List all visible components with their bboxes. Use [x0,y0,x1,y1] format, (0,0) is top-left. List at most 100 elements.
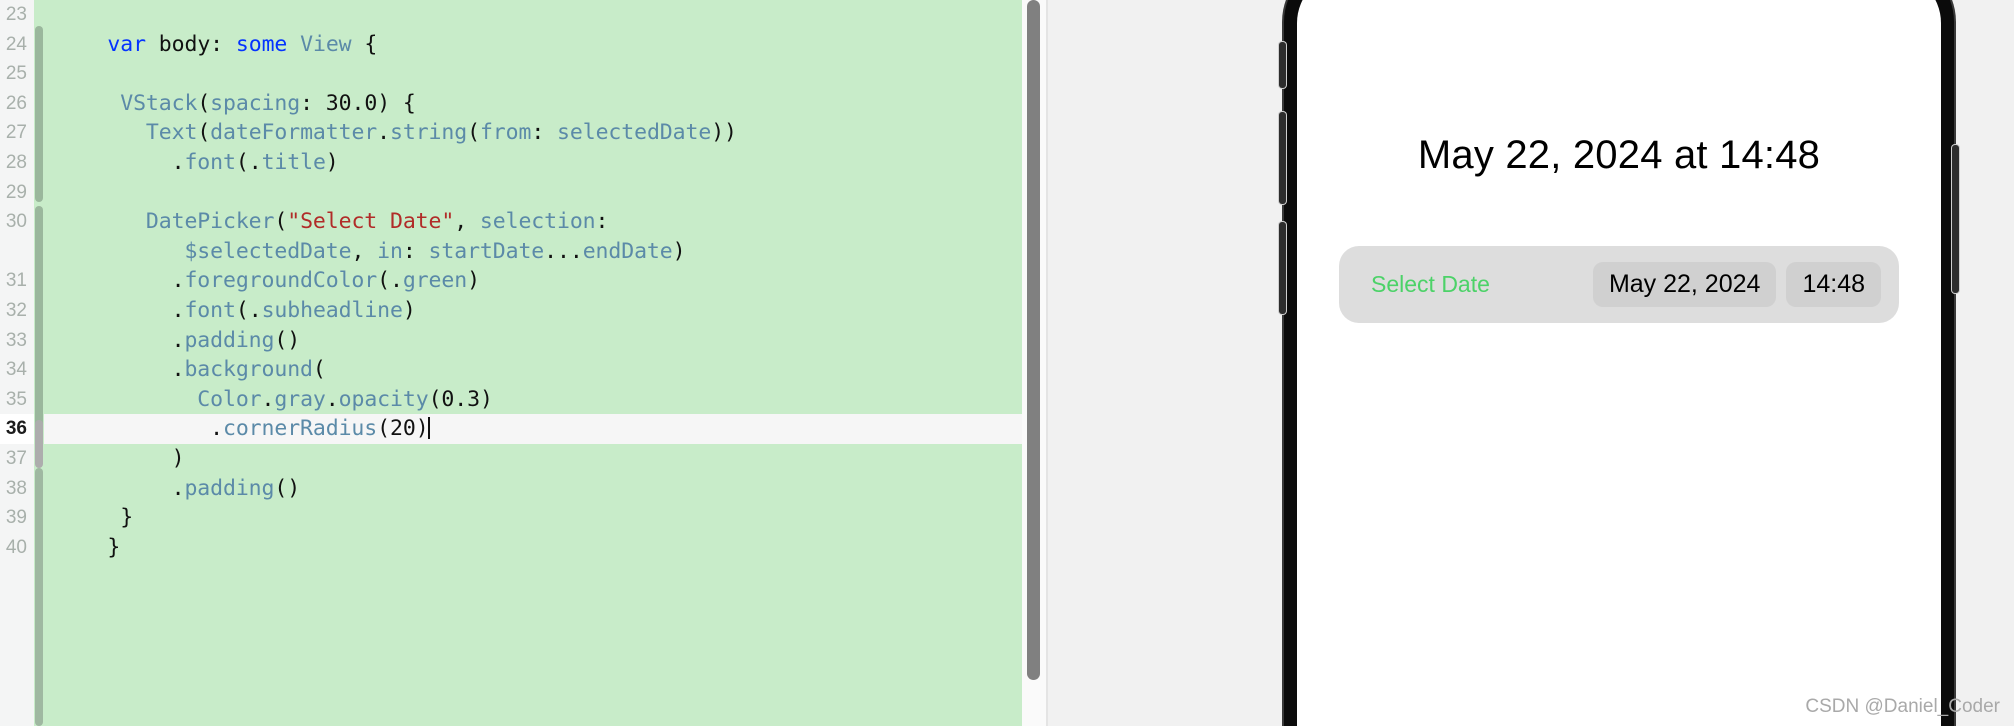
code-token: : [300,90,326,116]
app-root: 23 24 25 26 27 28 29 30 31 32 33 34 35 36 37 38 39 40 var… [0,0,2014,726]
code-line[interactable]: .padding() [44,326,1022,356]
code-token: $selectedDate [184,238,352,264]
code-token: DatePicker [145,209,275,235]
code-token: 20 [389,416,416,442]
code-line[interactable] [44,0,1022,30]
code-line[interactable]: Text(dateFormatter.string(from: selected… [44,118,1022,148]
line-number: 27 [0,118,34,148]
code-line-text: .padding() [44,474,1022,504]
line-number: 33 [0,325,34,356]
code-line-text: } [44,533,1022,563]
code-token: : [402,238,429,264]
code-line[interactable] [44,178,1022,208]
code-token: spacing [210,90,301,116]
code-token: font [184,149,236,175]
iphone-screen: May 22, 2024 at 14:48 Select Date May 22… [1297,0,1941,726]
line-number: 24 [0,29,34,60]
volume-up-button[interactable] [1279,112,1286,204]
code-token: VStack [120,90,198,116]
code-token: foregroundColor [184,268,378,294]
code-token: . [56,327,185,353]
code-line[interactable]: .font(.subheadline) [44,296,1022,326]
code-token: ) [56,445,185,471]
code-line-text: .cornerRadius(20) [44,414,1022,444]
code-line[interactable]: var body: some View { [44,30,1022,60]
code-token: () [274,475,301,501]
code-line[interactable]: .foregroundColor(.green) [44,266,1022,296]
line-number: 30 [0,207,34,237]
date-picker-time-field[interactable]: 14:48 [1786,262,1881,307]
code-token: , [454,209,480,235]
code-token: selectedDate [557,120,712,146]
code-token: opacity [338,386,429,412]
code-token: . [56,297,185,323]
code-token: ) [672,238,686,264]
code-line-text [44,178,1022,208]
code-line[interactable] [44,59,1022,89]
code-line[interactable]: VStack(spacing: 30.0) { [44,89,1022,119]
code-line[interactable]: $selectedDate, in: startDate...endDate) [44,237,1022,267]
code-line-text [44,59,1022,89]
code-line[interactable]: } [44,533,1022,563]
code-token: . [248,297,262,323]
code-token: . [248,149,262,175]
fold-segment-body[interactable] [35,26,43,202]
line-number: 26 [0,88,34,119]
code-token: in [377,238,403,264]
line-number: 35 [0,384,34,415]
code-line[interactable]: .padding() [44,474,1022,504]
code-token: . [377,120,391,146]
code-line[interactable]: ) [44,444,1022,474]
code-token: )) [711,120,737,146]
code-token: some [235,31,288,57]
code-line-active[interactable]: .cornerRadius(20) [44,414,1022,444]
code-line-text: Text(dateFormatter.string(from: selected… [44,118,1022,148]
code-token: padding [184,327,275,353]
code-token: . [56,357,185,383]
code-token: font [184,297,236,323]
code-token: ( [235,149,249,175]
code-token: from [479,120,532,146]
code-line[interactable]: Color.gray.opacity(0.3) [44,385,1022,415]
line-number: 32 [0,295,34,326]
code-token: ) [467,268,480,294]
code-line-text: Color.gray.opacity(0.3) [44,385,1022,415]
date-picker-label: Select Date [1371,271,1490,297]
date-picker-control[interactable]: Select Date May 22, 2024 14:48 [1339,246,1899,323]
code-line-text: .padding() [44,326,1022,356]
code-token: ) [325,149,339,175]
line-number: 39 [0,503,34,533]
editor-scrollbar-thumb[interactable] [1027,0,1040,680]
code-line[interactable]: DatePicker("Select Date", selection: [44,207,1022,237]
code-token: } [56,505,134,531]
code-token: background [184,357,313,383]
code-line[interactable]: .background( [44,355,1022,385]
device-preview-area: May 22, 2024 at 14:48 Select Date May 22… [1264,0,2014,726]
fold-segment-tail[interactable] [35,468,43,726]
code-editor[interactable]: 23 24 25 26 27 28 29 30 31 32 33 34 35 36 37 38 39 40 var… [0,0,1046,726]
editor-vertical-scrollbar[interactable] [1022,0,1046,726]
date-picker-date-field[interactable]: May 22, 2024 [1592,262,1777,307]
code-token: View [300,31,352,57]
code-token: { [351,31,378,57]
fold-segment-vstack[interactable] [35,206,43,446]
power-button[interactable] [1952,145,1959,293]
code-line[interactable]: } [44,503,1022,533]
iphone-device-frame: May 22, 2024 at 14:48 Select Date May 22… [1279,0,1959,726]
code-token: } [56,534,121,560]
code-token: : [531,120,558,146]
fold-segment-active[interactable] [35,420,43,468]
code-fold-ribbon[interactable] [34,0,44,726]
volume-down-button[interactable] [1279,222,1286,314]
code-token: ( [197,120,211,146]
line-number: 34 [0,355,34,385]
code-token: 0.3 [441,386,480,412]
silent-switch-button[interactable] [1279,42,1286,88]
code-token: green [402,268,468,294]
code-token: () [274,327,301,353]
code-text-area[interactable]: var body: some View { VStack(spacing: 30… [44,0,1022,726]
line-number-gutter: 23 24 25 26 27 28 29 30 31 32 33 34 35 36 37 38 39 40 [0,0,34,726]
code-line[interactable]: .font(.title) [44,148,1022,178]
